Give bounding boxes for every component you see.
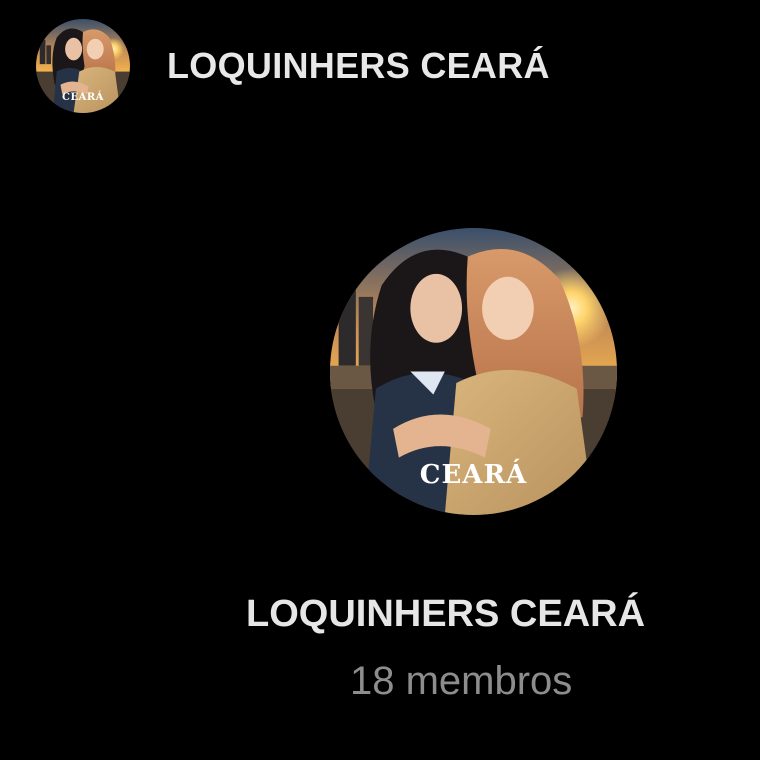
group-name: LOQUINHERS CEARÁ <box>246 593 646 635</box>
member-count[interactable]: 18 membros <box>350 659 572 704</box>
chat-title[interactable]: LOQUINHERS CEARÁ <box>167 45 550 87</box>
avatar-caption-large: CEARÁ <box>419 460 528 490</box>
avatar-caption-small: CEARÁ <box>62 92 104 103</box>
group-avatar-large[interactable]: CEARÁ <box>330 228 617 515</box>
group-avatar-small[interactable]: CEARÁ <box>36 19 130 113</box>
chat-header: CEARÁ LOQUINHERS CEARÁ <box>0 0 760 130</box>
